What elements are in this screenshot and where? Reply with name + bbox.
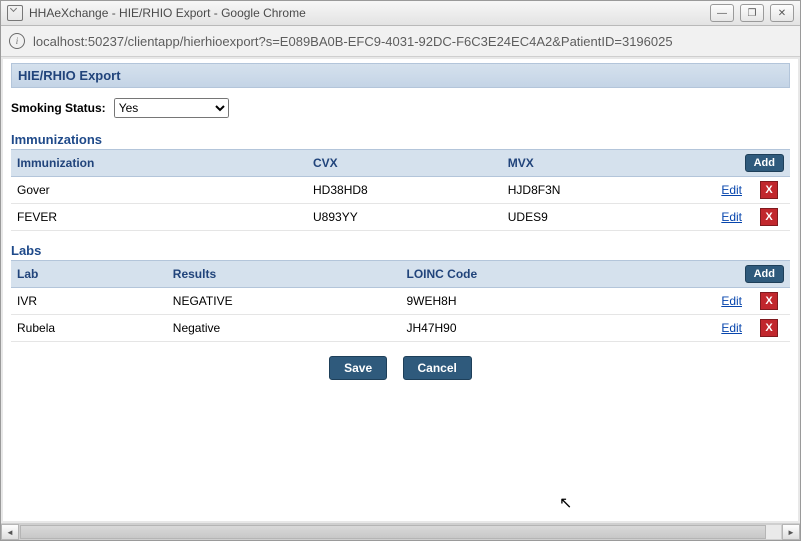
scroll-thumb[interactable]	[20, 525, 766, 539]
lab-name: IVR	[11, 288, 167, 315]
lab-result: NEGATIVE	[167, 288, 401, 315]
col-loinc: LOINC Code	[400, 261, 686, 288]
window-minimize-button[interactable]: —	[710, 4, 734, 22]
delete-icon[interactable]: X	[760, 181, 778, 199]
cursor-icon: ↖	[559, 493, 572, 513]
labs-table: Lab Results LOINC Code Add IVR NEGATIVE …	[11, 260, 790, 342]
immunizations-table: Immunization CVX MVX Add Gover HD38HD8 H…	[11, 149, 790, 231]
smoking-status-select[interactable]: Yes	[114, 98, 229, 118]
add-lab-button[interactable]: Add	[745, 265, 784, 283]
save-button[interactable]: Save	[329, 356, 387, 380]
table-row: Rubela Negative JH47H90 Edit X	[11, 315, 790, 342]
site-info-icon[interactable]: i	[9, 33, 25, 49]
labs-heading: Labs	[11, 243, 790, 258]
window-close-button[interactable]: ✕	[770, 4, 794, 22]
col-lab: Lab	[11, 261, 167, 288]
table-row: IVR NEGATIVE 9WEH8H Edit X	[11, 288, 790, 315]
immunization-cvx: U893YY	[307, 204, 502, 231]
page-content: HIE/RHIO Export Smoking Status: Yes Immu…	[3, 59, 798, 521]
table-row: Gover HD38HD8 HJD8F3N Edit X	[11, 177, 790, 204]
immunization-cvx: HD38HD8	[307, 177, 502, 204]
lab-loinc: 9WEH8H	[400, 288, 686, 315]
window-titlebar: HHAeXchange - HIE/RHIO Export - Google C…	[1, 1, 800, 26]
immunization-name: FEVER	[11, 204, 307, 231]
edit-link[interactable]: Edit	[721, 321, 742, 335]
horizontal-scrollbar[interactable]: ◄ ►	[1, 523, 800, 540]
immunizations-heading: Immunizations	[11, 132, 790, 147]
scroll-track[interactable]	[19, 524, 782, 540]
col-mvx: MVX	[502, 150, 686, 177]
window-maximize-button[interactable]: ❐	[740, 4, 764, 22]
immunization-mvx: UDES9	[502, 204, 686, 231]
immunization-mvx: HJD8F3N	[502, 177, 686, 204]
delete-icon[interactable]: X	[760, 319, 778, 337]
scroll-right-button[interactable]: ►	[782, 524, 800, 540]
edit-link[interactable]: Edit	[721, 294, 742, 308]
address-bar[interactable]: i localhost:50237/clientapp/hierhioexpor…	[1, 26, 800, 57]
add-immunization-button[interactable]: Add	[745, 154, 784, 172]
lab-loinc: JH47H90	[400, 315, 686, 342]
edit-link[interactable]: Edit	[721, 210, 742, 224]
col-results: Results	[167, 261, 401, 288]
page-icon	[7, 5, 23, 21]
cancel-button[interactable]: Cancel	[403, 356, 472, 380]
col-cvx: CVX	[307, 150, 502, 177]
lab-name: Rubela	[11, 315, 167, 342]
delete-icon[interactable]: X	[760, 208, 778, 226]
scroll-left-button[interactable]: ◄	[1, 524, 19, 540]
address-text: localhost:50237/clientapp/hierhioexport?…	[33, 34, 673, 49]
lab-result: Negative	[167, 315, 401, 342]
window-title: HHAeXchange - HIE/RHIO Export - Google C…	[29, 6, 710, 20]
smoking-status-label: Smoking Status:	[11, 101, 106, 115]
delete-icon[interactable]: X	[760, 292, 778, 310]
immunization-name: Gover	[11, 177, 307, 204]
col-immunization: Immunization	[11, 150, 307, 177]
page-title: HIE/RHIO Export	[11, 63, 790, 88]
edit-link[interactable]: Edit	[721, 183, 742, 197]
table-row: FEVER U893YY UDES9 Edit X	[11, 204, 790, 231]
